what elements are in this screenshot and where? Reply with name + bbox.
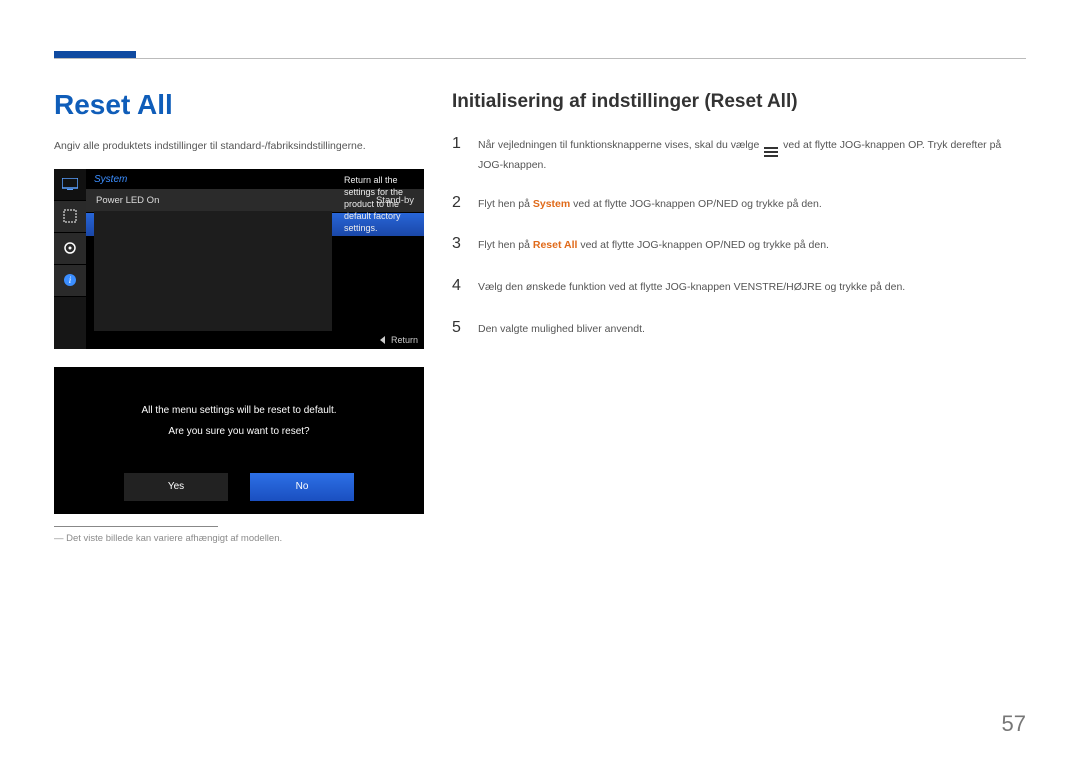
section-title: Reset All xyxy=(54,89,424,121)
footnote-rule xyxy=(54,526,218,527)
confirm-line-2: Are you sure you want to reset? xyxy=(168,426,309,437)
osd-row-label: Power LED On xyxy=(96,195,159,206)
step-text: Når vejledningen til funktionsknapperne … xyxy=(478,137,1026,174)
step-text: Vælg den ønskede funktion ved at flytte … xyxy=(478,279,905,296)
gear-icon xyxy=(54,233,86,265)
picture-icon xyxy=(54,201,86,233)
osd-confirm-dialog-figure: All the menu settings will be reset to d… xyxy=(54,367,424,514)
step-text: Flyt hen på System ved at flytte JOG-kna… xyxy=(478,196,822,213)
step-number: 1 xyxy=(452,131,464,157)
step-text: Flyt hen på Reset All ved at flytte JOG-… xyxy=(478,237,829,254)
osd-footer: Return xyxy=(380,335,418,345)
step-number: 2 xyxy=(452,190,464,216)
triangle-left-icon xyxy=(380,336,385,344)
info-icon: i xyxy=(54,265,86,297)
footnote-text: ― Det viste billede kan variere afhængig… xyxy=(54,533,424,544)
menu-icon xyxy=(764,147,778,157)
yes-button[interactable]: Yes xyxy=(124,473,228,501)
step-5: 5 Den valgte mulighed bliver anvendt. xyxy=(452,315,1026,341)
manual-page: Reset All Angiv alle produktets indstill… xyxy=(0,0,1080,544)
confirm-line-1: All the menu settings will be reset to d… xyxy=(141,405,336,416)
instruction-steps: 1 Når vejledningen til funktionsknappern… xyxy=(452,131,1026,340)
confirm-button-row: Yes No xyxy=(124,473,354,501)
step-3: 3 Flyt hen på Reset All ved at flytte JO… xyxy=(452,231,1026,257)
right-column: Initialisering af indstillinger (Reset A… xyxy=(452,89,1026,544)
top-rule xyxy=(54,58,1026,59)
step-text: Den valgte mulighed bliver anvendt. xyxy=(478,321,645,338)
osd-body-area xyxy=(94,211,332,331)
step-number: 4 xyxy=(452,273,464,299)
monitor-icon xyxy=(54,169,86,201)
step-1: 1 Når vejledningen til funktionsknappern… xyxy=(452,131,1026,174)
step-4: 4 Vælg den ønskede funktion ved at flytt… xyxy=(452,273,1026,299)
two-column-layout: Reset All Angiv alle produktets indstill… xyxy=(54,89,1026,544)
highlight-system: System xyxy=(533,198,570,210)
page-number: 57 xyxy=(1002,711,1026,737)
subsection-title: Initialisering af indstillinger (Reset A… xyxy=(452,91,1026,113)
step-number: 5 xyxy=(452,315,464,341)
no-button[interactable]: No xyxy=(250,473,354,501)
osd-return-label: Return xyxy=(391,335,418,345)
intro-text: Angiv alle produktets indstillinger til … xyxy=(54,139,424,155)
osd-sidebar: i xyxy=(54,169,86,349)
left-column: Reset All Angiv alle produktets indstill… xyxy=(54,89,424,544)
osd-description-panel: Return all the settings for the product … xyxy=(338,169,424,235)
step-2: 2 Flyt hen på System ved at flytte JOG-k… xyxy=(452,190,1026,216)
highlight-reset-all: Reset All xyxy=(533,239,578,251)
osd-main-panel: System Power LED On Stand-by Reset All R… xyxy=(86,169,424,349)
osd-system-menu-figure: i System Power LED On Stand-by Reset All… xyxy=(54,169,424,349)
step-number: 3 xyxy=(452,231,464,257)
